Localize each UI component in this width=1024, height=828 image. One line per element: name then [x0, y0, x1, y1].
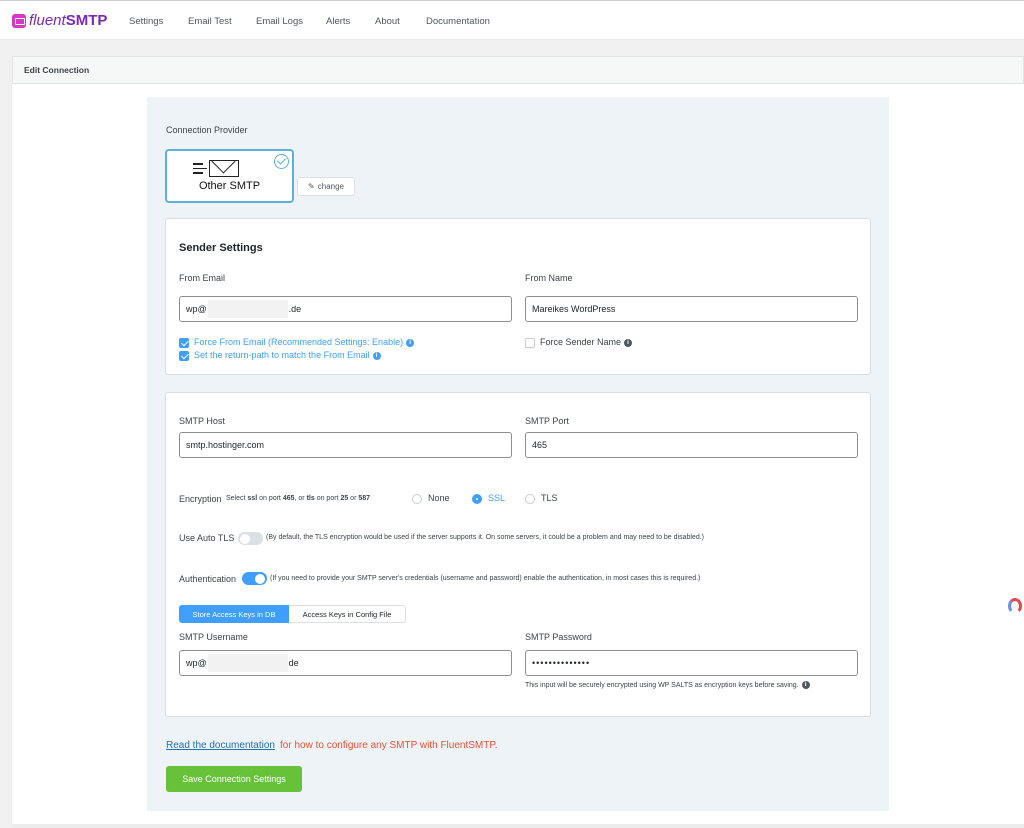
from-email-field[interactable]: wp@ .de [179, 296, 512, 322]
documentation-link[interactable]: Read the documentation [166, 740, 275, 751]
auto-tls-label: Use Auto TLS [179, 533, 235, 543]
info-icon: i [406, 338, 415, 347]
from-email-label: From Email [179, 273, 226, 283]
auto-tls-toggle[interactable] [238, 532, 263, 545]
sender-settings-title: Sender Settings [179, 242, 263, 254]
provider-name: Other SMTP [198, 180, 261, 192]
from-name-value: Mareikes WordPress [532, 304, 616, 314]
encryption-ssl-radio[interactable] [472, 494, 482, 504]
logo-icon [12, 13, 26, 28]
password-hint: This input will be securely encrypted us… [525, 681, 810, 689]
auto-tls-hint: (By default, the TLS encryption would be… [266, 534, 704, 541]
return-path-checkbox[interactable] [179, 351, 189, 361]
info-icon: i [372, 351, 381, 360]
force-sender-name-label[interactable]: Force Sender Name i [540, 337, 633, 347]
smtp-username-field[interactable]: wp@ de [179, 650, 512, 676]
save-connection-button[interactable]: Save Connection Settings [166, 766, 302, 792]
page-header: Edit Connection [12, 56, 1024, 84]
change-label: change [317, 182, 344, 191]
change-provider-button[interactable]: ✎ change [297, 177, 355, 196]
keys-config-file-button[interactable]: Access Keys in Config File [289, 605, 406, 623]
info-icon: i [624, 338, 633, 347]
nav-about[interactable]: About [375, 16, 400, 27]
encryption-tls-radio[interactable] [525, 494, 535, 504]
redacted-text [207, 654, 288, 672]
connection-provider-label: Connection Provider [166, 125, 248, 135]
encryption-hint: Select ssl on port 465, or tls on port 2… [226, 495, 371, 502]
nav-email-test[interactable]: Email Test [188, 16, 232, 27]
from-name-label: From Name [525, 273, 573, 283]
check-circle-icon [274, 154, 289, 169]
force-from-email-checkbox[interactable] [179, 338, 189, 348]
smtp-host-value: smtp.hostinger.com [186, 440, 265, 450]
username-suffix: de [288, 658, 299, 668]
nav-alerts[interactable]: Alerts [326, 16, 350, 27]
pencil-icon: ✎ [308, 182, 315, 191]
save-label: Save Connection Settings [182, 774, 286, 784]
encryption-none-radio[interactable] [412, 494, 422, 504]
force-sender-name-checkbox[interactable] [525, 338, 535, 348]
nav-documentation[interactable]: Documentation [426, 16, 490, 27]
password-value: •••••••••••••• [532, 658, 591, 668]
documentation-text: for how to configure any SMTP with Fluen… [280, 740, 498, 751]
authentication-label: Authentication [179, 574, 237, 584]
content-bottom-border [12, 824, 1024, 828]
encryption-none-label[interactable]: None [428, 493, 450, 503]
logo-text: fluentSMTP [29, 12, 108, 29]
encryption-ssl-label[interactable]: SSL [488, 493, 505, 503]
smtp-host-field[interactable]: smtp.hostinger.com [179, 432, 512, 458]
provider-card-other-smtp[interactable]: Other SMTP [165, 149, 294, 203]
top-nav-bar: fluentSMTP Settings Email Test Email Log… [0, 0, 1024, 40]
info-icon: i [801, 681, 810, 689]
smtp-password-label: SMTP Password [525, 632, 592, 642]
speed-lines-icon [193, 163, 207, 175]
force-from-email-label[interactable]: Force From Email (Recommended Settings: … [194, 337, 415, 347]
from-email-prefix: wp@ [186, 304, 207, 314]
smtp-username-label: SMTP Username [179, 632, 248, 642]
from-email-suffix: .de [288, 304, 302, 314]
encryption-tls-label[interactable]: TLS [541, 493, 558, 503]
smtp-password-field[interactable]: •••••••••••••• [525, 650, 858, 676]
nav-settings[interactable]: Settings [129, 16, 163, 27]
redacted-text [207, 300, 288, 318]
authentication-toggle[interactable] [242, 572, 267, 585]
store-keys-db-button[interactable]: Store Access Keys in DB [179, 605, 289, 623]
return-path-label[interactable]: Set the return-path to match the From Em… [194, 350, 381, 360]
clickup-icon[interactable] [1008, 598, 1022, 614]
authentication-hint: (If you need to provide your SMTP server… [270, 575, 701, 582]
username-prefix: wp@ [186, 658, 207, 668]
nav-email-logs[interactable]: Email Logs [256, 16, 303, 27]
smtp-port-value: 465 [532, 440, 548, 450]
page-title: Edit Connection [24, 65, 90, 75]
smtp-host-label: SMTP Host [179, 416, 225, 426]
smtp-port-label: SMTP Port [525, 416, 569, 426]
envelope-icon [209, 160, 239, 177]
encryption-label: Encryption [179, 494, 222, 504]
from-name-field[interactable]: Mareikes WordPress [525, 296, 858, 322]
fluentsmtp-logo[interactable]: fluentSMTP [12, 12, 107, 29]
smtp-port-field[interactable]: 465 [525, 432, 858, 458]
